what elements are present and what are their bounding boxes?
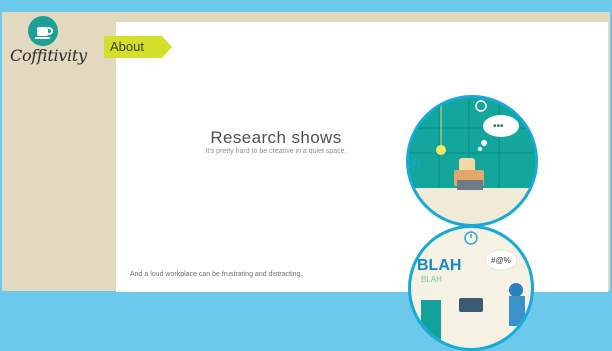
loud-office-illustration: BLAH BLAH #@% <box>408 225 534 351</box>
cup-icon <box>28 16 58 46</box>
blah-label: BLAH <box>417 257 461 274</box>
loud-workplace-text: And a loud workplace can be frustrating … <box>130 271 303 278</box>
research-title: Research shows <box>210 128 342 147</box>
research-subtitle: It's pretty hard to be creative in a qui… <box>205 148 347 155</box>
tab-about[interactable]: About <box>104 36 172 58</box>
app-frame: Coffitivity Research shows It's pretty h… <box>2 12 610 351</box>
logo[interactable]: Coffitivity <box>8 14 87 78</box>
main-content: Research shows It's pretty hard to be cr… <box>116 22 608 351</box>
brand-name: Coffitivity <box>10 46 87 65</box>
quiet-office-illustration: ••• Sh <box>406 95 538 227</box>
sh-label: Sh <box>409 158 421 174</box>
blah-small-label: BLAH <box>421 275 442 284</box>
bubble-text: #@% <box>491 256 511 265</box>
svg-text:•••: ••• <box>493 121 504 132</box>
